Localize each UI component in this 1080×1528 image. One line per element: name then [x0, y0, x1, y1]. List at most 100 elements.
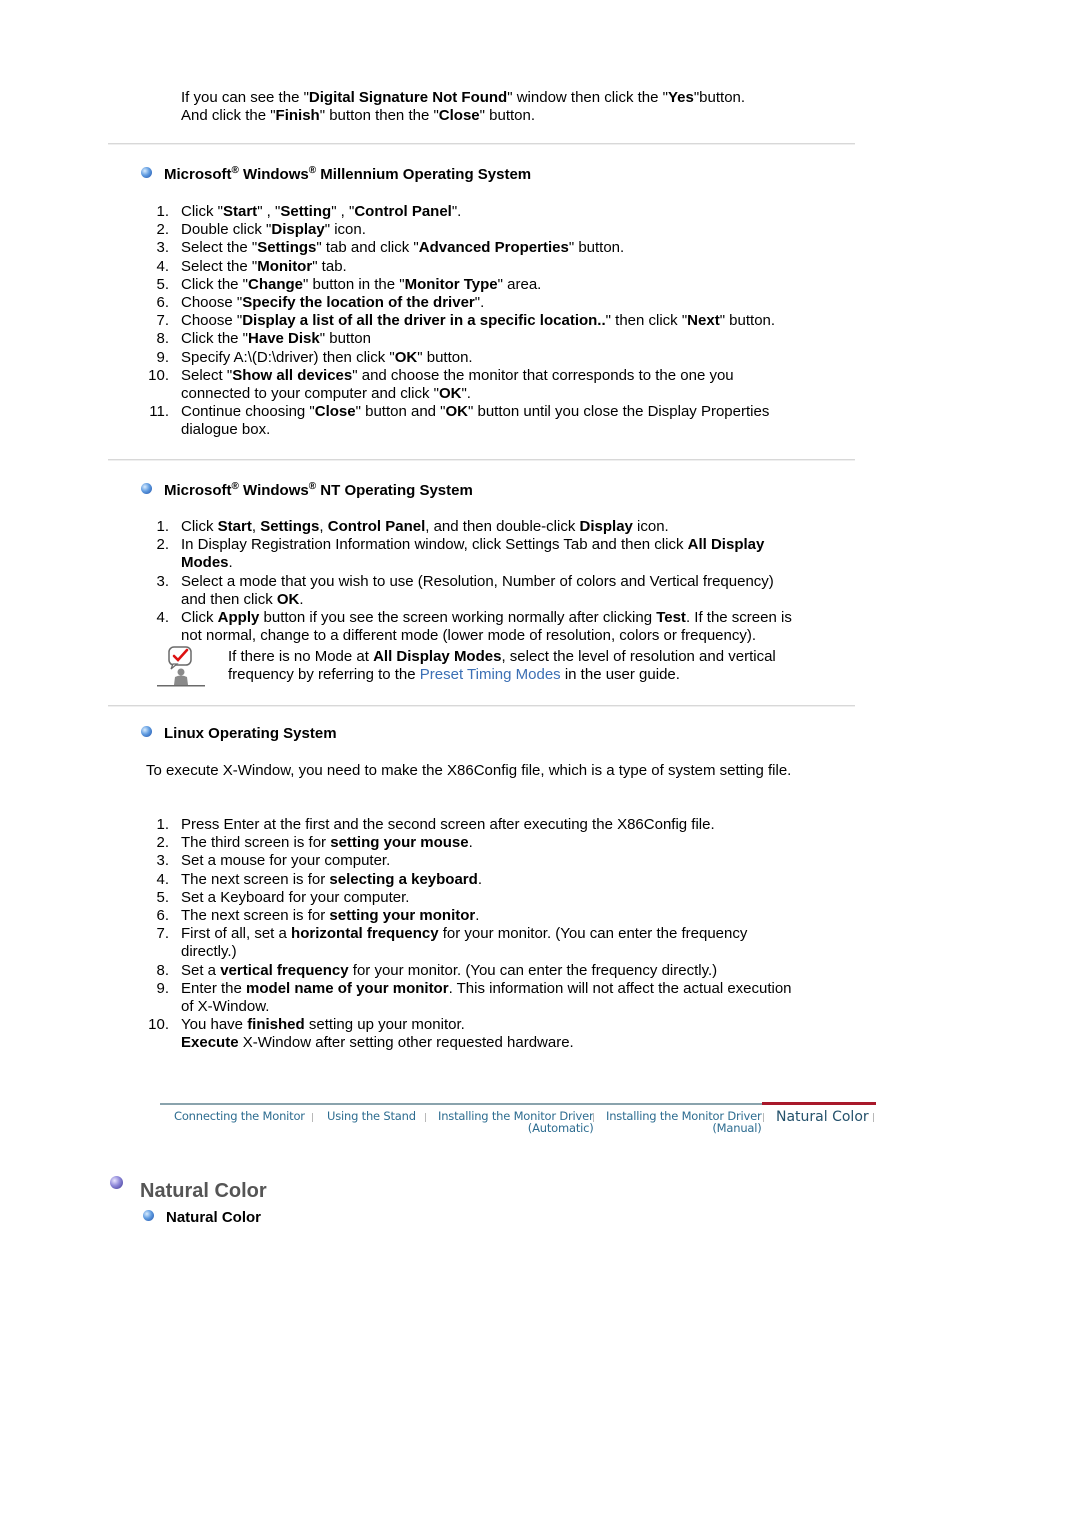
registered-mark: ® [231, 165, 239, 176]
step-item: 3. Set a mouse for your computer. [140, 852, 860, 870]
nav-separator [425, 1113, 426, 1122]
bullet-icon [141, 483, 152, 494]
step-item: 1. Click "Start" , "Setting" , "Control P… [140, 203, 860, 221]
nt-steps: 1. Click Start, Settings, Control Panel, … [140, 518, 860, 645]
step-number: 6. [156, 907, 169, 925]
emphasis-text: finished [247, 1016, 305, 1034]
emphasis-text: Display a list of all the driver in a sp… [242, 312, 606, 330]
nav-separator [873, 1113, 874, 1122]
linux-intro: To execute X-Window, you need to make th… [146, 762, 792, 779]
step-number: 10. [148, 1016, 169, 1034]
step-item: 8. Click the "Have Disk" button [140, 330, 860, 348]
emphasis-text: All Display [687, 536, 765, 554]
emphasis-text: Setting [280, 203, 332, 220]
intro-line-1: If you can see the "Digital Signature No… [181, 89, 746, 106]
emphasis-text: Yes [667, 89, 694, 106]
emphasis-text: Settings [257, 239, 317, 257]
step-item: 4. Click Apply button if you see the scre… [140, 609, 860, 645]
emphasis-text: model name of your monitor [246, 979, 449, 997]
emphasis-text: Control Panel [354, 203, 452, 220]
step-number: 5. [156, 888, 169, 906]
intro-line-2: And click the "Finish" button then the "… [181, 107, 536, 124]
emphasis-text: OK [394, 348, 418, 366]
subsection-heading: Natural Color [143, 1209, 261, 1226]
step-number: 5. [156, 275, 169, 293]
emphasis-text: setting your mouse [330, 834, 469, 852]
step-item: 4. The next screen is for selecting a key… [140, 871, 860, 889]
nav-separator [312, 1113, 313, 1122]
step-number: 10. [148, 366, 169, 384]
nav-connecting-monitor[interactable]: Connecting the Monitor [174, 1110, 305, 1122]
note-checkmark-person-icon [157, 646, 205, 687]
step-number: 3. [156, 572, 169, 590]
step-number: 9. [156, 979, 169, 997]
step-item: 7. Choose "Display a list of all the driv… [140, 312, 860, 330]
step-item: 9. Specify A:\(D:\driver) then click "OK"… [140, 349, 860, 367]
emphasis-text: Advanced Properties [418, 239, 569, 257]
section-heading-millennium: Microsoft® Windows® Millennium Operating… [141, 166, 531, 184]
step-number: 8. [156, 330, 169, 348]
step-item: 2. In Display Registration Information wi… [140, 536, 860, 572]
nav-item-sub: (Manual) [712, 1121, 762, 1135]
page-title: Natural Color [140, 1180, 267, 1202]
emphasis-text: OK [445, 403, 469, 421]
section-heading-linux: Linux Operating System [141, 725, 337, 743]
emphasis-text: Control Panel [327, 518, 426, 535]
step-item: 2. Double click "Display" icon. [140, 221, 860, 239]
bullet-icon [143, 1210, 154, 1221]
section-divider [108, 143, 855, 145]
emphasis-text: Have Disk [248, 330, 320, 348]
emphasis-text: Monitor [257, 257, 313, 275]
nav-driver-automatic[interactable]: Installing the Monitor Driver (Automatic… [438, 1110, 594, 1134]
step-number: 8. [156, 961, 169, 979]
nav-driver-manual[interactable]: Installing the Monitor Driver (Manual) [606, 1110, 762, 1134]
emphasis-text: Execute [181, 1034, 239, 1052]
step-item: 3. Select a mode that you wish to use (Re… [140, 573, 860, 609]
emphasis-text: horizontal frequency [291, 925, 439, 943]
step-number: 1. [156, 518, 169, 535]
millennium-steps: 1. Click "Start" , "Setting" , "Control P… [140, 203, 860, 440]
nav-using-stand[interactable]: Using the Stand [327, 1110, 416, 1122]
nav-natural-color-active[interactable]: Natural Color [776, 1109, 869, 1125]
step-item: 5. Set a Keyboard for your computer. [140, 889, 860, 907]
title-bullet-icon [110, 1176, 123, 1189]
step-number: 2. [156, 221, 169, 239]
section-title: Linux Operating System [164, 725, 337, 742]
bullet-icon [141, 167, 152, 178]
registered-mark: ® [231, 481, 239, 492]
step-number: 7. [156, 312, 169, 330]
emphasis-text: Display [271, 221, 325, 239]
step-number: 4. [156, 609, 169, 627]
nav-separator [763, 1113, 764, 1122]
nav-separator [593, 1113, 594, 1122]
section-divider [108, 459, 855, 461]
step-number: 1. [156, 203, 169, 220]
nav-top-rule [160, 1103, 762, 1105]
emphasis-text: vertical frequency [220, 961, 349, 979]
emphasis-text: Close [314, 403, 356, 421]
emphasis-text: Apply [217, 609, 260, 627]
step-item: 6. Choose "Specify the location of the dr… [140, 294, 860, 312]
emphasis-text: Change [248, 275, 304, 293]
section-title: Microsoft® Windows® NT Operating System [164, 481, 473, 500]
step-item: 1. Click Start, Settings, Control Panel, … [140, 518, 860, 536]
bullet-icon [141, 726, 152, 737]
step-item: 9. Enter the model name of your monitor. … [140, 980, 860, 1016]
step-item: 7. First of all, set a horizontal frequen… [140, 925, 860, 961]
step-number: 4. [156, 257, 169, 275]
emphasis-text: OK [276, 590, 300, 608]
nav-item-sub: (Automatic) [527, 1121, 594, 1135]
step-item: 5. Click the "Change" button in the "Moni… [140, 276, 860, 294]
step-item: 3. Select the "Settings" tab and click "A… [140, 239, 860, 257]
emphasis-text: Next [687, 312, 720, 330]
chapter-nav: Connecting the Monitor Using the Stand I… [160, 1102, 876, 1139]
step-item: 10. Select "Show all devices" and choose … [140, 367, 860, 403]
step-number: 7. [156, 925, 169, 943]
note-text: If there is no Mode at All Display Modes… [228, 648, 776, 684]
emphasis-text: Test [656, 609, 686, 627]
step-item: 1. Press Enter at the first and the secon… [140, 816, 860, 834]
step-number: 4. [156, 870, 169, 888]
preset-timing-modes-link[interactable]: Preset Timing Modes [420, 666, 561, 683]
step-item: 8. Set a vertical frequency for your moni… [140, 962, 860, 980]
section-title: Microsoft® Windows® Millennium Operating… [164, 165, 532, 184]
